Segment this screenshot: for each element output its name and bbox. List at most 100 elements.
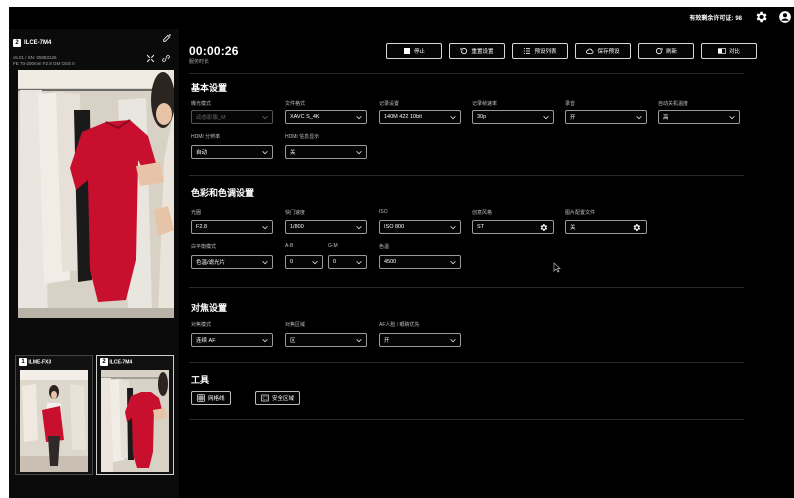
iso-value: ISO 800 [384, 224, 405, 230]
thumbnail-name: ILCE-7M4 [109, 359, 133, 366]
chevron-down-icon [356, 151, 362, 155]
face-eye-af-label: AF人脸 / 眼睛优先 [379, 322, 420, 328]
focus-area-select[interactable]: 区 [285, 333, 367, 347]
creative-style-select[interactable]: ST [472, 220, 554, 234]
edit-icon[interactable] [162, 33, 172, 43]
gear-icon[interactable] [539, 223, 548, 232]
shutter-speed-value: 1/800 [290, 224, 304, 230]
compare-button-label: 对比 [728, 49, 740, 55]
aperture-select[interactable]: F2.8 [191, 220, 273, 234]
stop-icon [403, 47, 411, 55]
thumbnail-label: 1 ILME-FX3 [19, 358, 51, 366]
white-balance-select[interactable]: 色温/滤光片 [191, 255, 273, 269]
safe-area-icon [261, 394, 269, 402]
white-balance-label: 白平衡模式 [191, 244, 217, 250]
safe-area-button[interactable]: 安全区域 [255, 391, 301, 405]
preset-list-button[interactable]: 预设列表 [512, 43, 568, 59]
chevron-down-icon [543, 116, 549, 120]
picture-profile-value: 关 [570, 225, 576, 231]
session-timer-label: 服务时长 [189, 59, 210, 65]
exposure-mode-label: 曝光模式 [191, 101, 212, 107]
ab-value: 0 [290, 259, 294, 265]
record-setting-value: 140M 422 10bit [384, 114, 422, 120]
tools-title: 工具 [191, 375, 210, 385]
chevron-down-icon [262, 151, 268, 155]
iso-label: ISO [379, 209, 388, 215]
focus-mode-label: 对焦模式 [191, 322, 212, 328]
file-format-value: XAVC S_4K [290, 114, 320, 120]
focus-settings-title: 对焦设置 [191, 303, 228, 313]
exposure-mode-value: 动态影像_M [196, 115, 226, 121]
aperture-value: F2.8 [196, 224, 208, 230]
user-icon[interactable] [778, 10, 792, 24]
camera-panel: 2 ILCE-7M4 v5.01 / SN: 05083126 FE 70-200… [9, 29, 179, 498]
shutter-speed-select[interactable]: 1/800 [285, 220, 367, 234]
basic-settings-title: 基本设置 [191, 83, 228, 93]
license-status: 有效剩余许可证: 98 [687, 13, 742, 22]
compare-button[interactable]: 对比 [701, 43, 757, 59]
auto-off-temp-label: 自动关机温度 [658, 101, 689, 107]
frame-rate-label: 记录帧速率 [472, 101, 498, 107]
audio-record-select[interactable]: 开 [565, 110, 647, 124]
app-window: 有效剩余许可证: 98 2 ILCE-7M4 v5.01 / SN: 0508312… [9, 7, 794, 498]
reset-button[interactable]: 重置设置 [449, 43, 505, 59]
reset-button-label: 重置设置 [471, 49, 494, 55]
picture-profile-select[interactable]: 关 [565, 220, 647, 234]
record-setting-label: 记录设置 [379, 101, 400, 107]
cloud-save-icon [586, 47, 594, 55]
audio-record-value: 开 [570, 115, 576, 121]
hdmi-info-value: 关 [290, 150, 296, 156]
face-eye-af-select[interactable]: 开 [379, 333, 461, 347]
file-format-label: 文件格式 [285, 101, 306, 107]
fullscreen-icon[interactable] [146, 54, 155, 63]
ab-select[interactable]: 0 [285, 255, 323, 269]
camera-thumbnail-2[interactable]: 2 ILCE-7M4 [96, 355, 174, 475]
preview-image [18, 70, 174, 318]
stop-button[interactable]: 停止 [386, 43, 442, 59]
header-divider [189, 73, 744, 74]
thumbnail-number: 2 [100, 358, 108, 366]
live-preview[interactable] [18, 70, 174, 318]
thumbnail-image [20, 370, 88, 472]
grid-lines-button[interactable]: 网格线 [191, 391, 231, 405]
file-format-select[interactable]: XAVC S_4K [285, 110, 367, 124]
thumbnail-label: 2 ILCE-7M4 [100, 358, 132, 366]
record-setting-select[interactable]: 140M 422 10bit [379, 110, 461, 124]
license-count: 98 [735, 16, 742, 22]
audio-record-label: 录音 [565, 101, 576, 107]
focus-area-label: 对焦区域 [285, 322, 306, 328]
hdmi-info-select[interactable]: 关 [285, 145, 367, 159]
gm-select[interactable]: 0 [328, 255, 367, 269]
frame-rate-value: 30p [477, 114, 487, 120]
license-label: 有效剩余许可证: [689, 16, 734, 22]
grid-lines-button-label: 网格线 [208, 396, 225, 402]
gm-value: 0 [333, 259, 337, 265]
creative-style-label: 创意风格 [472, 210, 493, 216]
picture-profile-label: 图片配置文件 [565, 210, 596, 216]
chevron-down-icon [356, 226, 362, 230]
chevron-down-icon [312, 261, 318, 265]
auto-off-temp-select[interactable]: 高 [658, 110, 740, 124]
color-temp-select[interactable]: 4500 [379, 255, 461, 269]
camera-thumbnail-1[interactable]: 1 ILME-FX3 [15, 355, 93, 475]
exposure-mode-select[interactable]: 动态影像_M [191, 110, 273, 124]
chevron-down-icon [450, 261, 456, 265]
gear-icon[interactable] [632, 223, 641, 232]
hdmi-resolution-label: HDMI 分辨率 [191, 134, 221, 140]
hdmi-resolution-select[interactable]: 自动 [191, 145, 273, 159]
compare-icon [717, 47, 726, 55]
gear-icon[interactable] [754, 10, 768, 24]
chevron-down-icon [356, 261, 362, 265]
focus-mode-select[interactable]: 连续 AF [191, 333, 273, 347]
chevron-down-icon [356, 116, 362, 120]
link-icon[interactable] [161, 54, 171, 63]
camera-number: 2 [13, 38, 21, 47]
creative-style-value: ST [477, 224, 485, 230]
color-temp-value: 4500 [384, 259, 397, 265]
refresh-button[interactable]: 刷新 [638, 43, 694, 59]
section-divider [189, 362, 744, 363]
save-preset-button[interactable]: 保存预设 [575, 43, 631, 59]
chevron-down-icon [262, 261, 268, 265]
frame-rate-select[interactable]: 30p [472, 110, 554, 124]
iso-select[interactable]: ISO 800 [379, 220, 461, 234]
